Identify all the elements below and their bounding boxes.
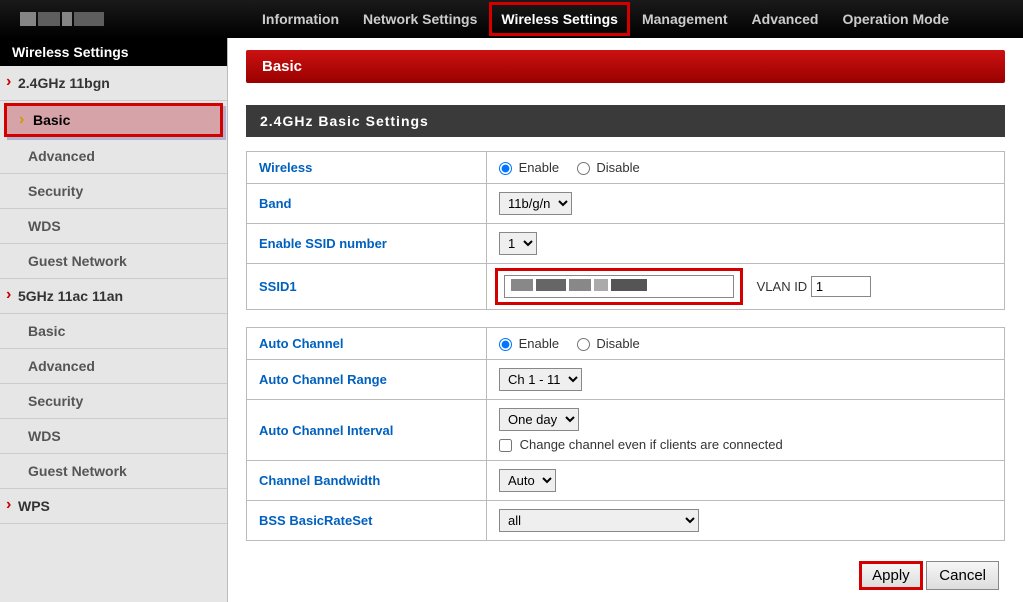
change-channel-checkbox-label[interactable]: Change channel even if clients are conne… bbox=[499, 437, 783, 452]
sidebar-item-security-5[interactable]: Security bbox=[0, 384, 227, 419]
ssid1-input[interactable] bbox=[504, 275, 734, 298]
sidebar-item-advanced-5[interactable]: Advanced bbox=[0, 349, 227, 384]
wireless-enable-text: Enable bbox=[519, 160, 559, 175]
band-select[interactable]: 11b/g/n bbox=[499, 192, 572, 215]
change-channel-text: Change channel even if clients are conne… bbox=[520, 437, 783, 452]
vlan-id-label: VLAN ID bbox=[757, 279, 808, 294]
sidebar-item-wds-24[interactable]: WDS bbox=[0, 209, 227, 244]
wireless-disable-option[interactable]: Disable bbox=[577, 160, 640, 175]
ssid1-label: SSID1 bbox=[247, 264, 487, 310]
wireless-enable-option[interactable]: Enable bbox=[499, 160, 563, 175]
autochannel-enable-text: Enable bbox=[519, 336, 559, 351]
autochannel-disable-option[interactable]: Disable bbox=[577, 336, 640, 351]
sidebar: Wireless Settings 2.4GHz 11bgn Basic Adv… bbox=[0, 38, 228, 602]
autochannel-interval-label: Auto Channel Interval bbox=[247, 400, 487, 461]
autochannel-range-label: Auto Channel Range bbox=[247, 360, 487, 400]
logo bbox=[20, 4, 140, 34]
apply-button[interactable]: Apply bbox=[859, 561, 923, 590]
wireless-disable-text: Disable bbox=[596, 160, 639, 175]
sidebar-cat-wps[interactable]: WPS bbox=[0, 489, 227, 524]
settings-table: Wireless Enable Disable Band 11b/g bbox=[246, 151, 1005, 541]
nav-wireless-settings[interactable]: Wireless Settings bbox=[489, 2, 630, 36]
ssid-number-select[interactable]: 1 bbox=[499, 232, 537, 255]
channel-bandwidth-select[interactable]: Auto bbox=[499, 469, 556, 492]
channel-bandwidth-label: Channel Bandwidth bbox=[247, 461, 487, 501]
nav-management[interactable]: Management bbox=[630, 2, 740, 36]
bss-rateset-select[interactable]: all bbox=[499, 509, 699, 532]
section-title: 2.4GHz Basic Settings bbox=[246, 105, 1005, 137]
sidebar-item-guest-24[interactable]: Guest Network bbox=[0, 244, 227, 279]
wireless-disable-radio[interactable] bbox=[577, 162, 590, 175]
page-title: Basic bbox=[246, 50, 1005, 83]
top-nav: Information Network Settings Wireless Se… bbox=[0, 0, 1023, 38]
vlan-id-input[interactable] bbox=[811, 276, 871, 297]
autochannel-label: Auto Channel bbox=[247, 328, 487, 360]
autochannel-disable-radio[interactable] bbox=[577, 338, 590, 351]
autochannel-interval-select[interactable]: One day bbox=[499, 408, 579, 431]
sidebar-cat-5ghz[interactable]: 5GHz 11ac 11an bbox=[0, 279, 227, 314]
sidebar-item-security-24[interactable]: Security bbox=[0, 174, 227, 209]
autochannel-enable-option[interactable]: Enable bbox=[499, 336, 563, 351]
nav-network-settings[interactable]: Network Settings bbox=[351, 2, 489, 36]
change-channel-checkbox[interactable] bbox=[499, 439, 512, 452]
main-content: Basic 2.4GHz Basic Settings Wireless Ena… bbox=[228, 38, 1023, 602]
sidebar-item-guest-5[interactable]: Guest Network bbox=[0, 454, 227, 489]
sidebar-item-wds-5[interactable]: WDS bbox=[0, 419, 227, 454]
bss-rateset-label: BSS BasicRateSet bbox=[247, 501, 487, 541]
wireless-label: Wireless bbox=[247, 152, 487, 184]
sidebar-cat-24ghz[interactable]: 2.4GHz 11bgn bbox=[0, 66, 227, 101]
autochannel-enable-radio[interactable] bbox=[499, 338, 512, 351]
ssid1-highlight bbox=[495, 268, 743, 305]
button-row: Apply Cancel bbox=[246, 561, 1005, 590]
cancel-button[interactable]: Cancel bbox=[926, 561, 999, 590]
ssid-number-label: Enable SSID number bbox=[247, 224, 487, 264]
autochannel-disable-text: Disable bbox=[596, 336, 639, 351]
wireless-enable-radio[interactable] bbox=[499, 162, 512, 175]
band-label: Band bbox=[247, 184, 487, 224]
sidebar-item-basic-24[interactable]: Basic bbox=[4, 103, 223, 137]
sidebar-item-basic-5[interactable]: Basic bbox=[0, 314, 227, 349]
autochannel-range-select[interactable]: Ch 1 - 11 bbox=[499, 368, 582, 391]
sidebar-item-advanced-24[interactable]: Advanced bbox=[0, 139, 227, 174]
nav-information[interactable]: Information bbox=[250, 2, 351, 36]
nav-operation-mode[interactable]: Operation Mode bbox=[830, 2, 961, 36]
nav-advanced[interactable]: Advanced bbox=[740, 2, 831, 36]
sidebar-title: Wireless Settings bbox=[0, 38, 227, 66]
